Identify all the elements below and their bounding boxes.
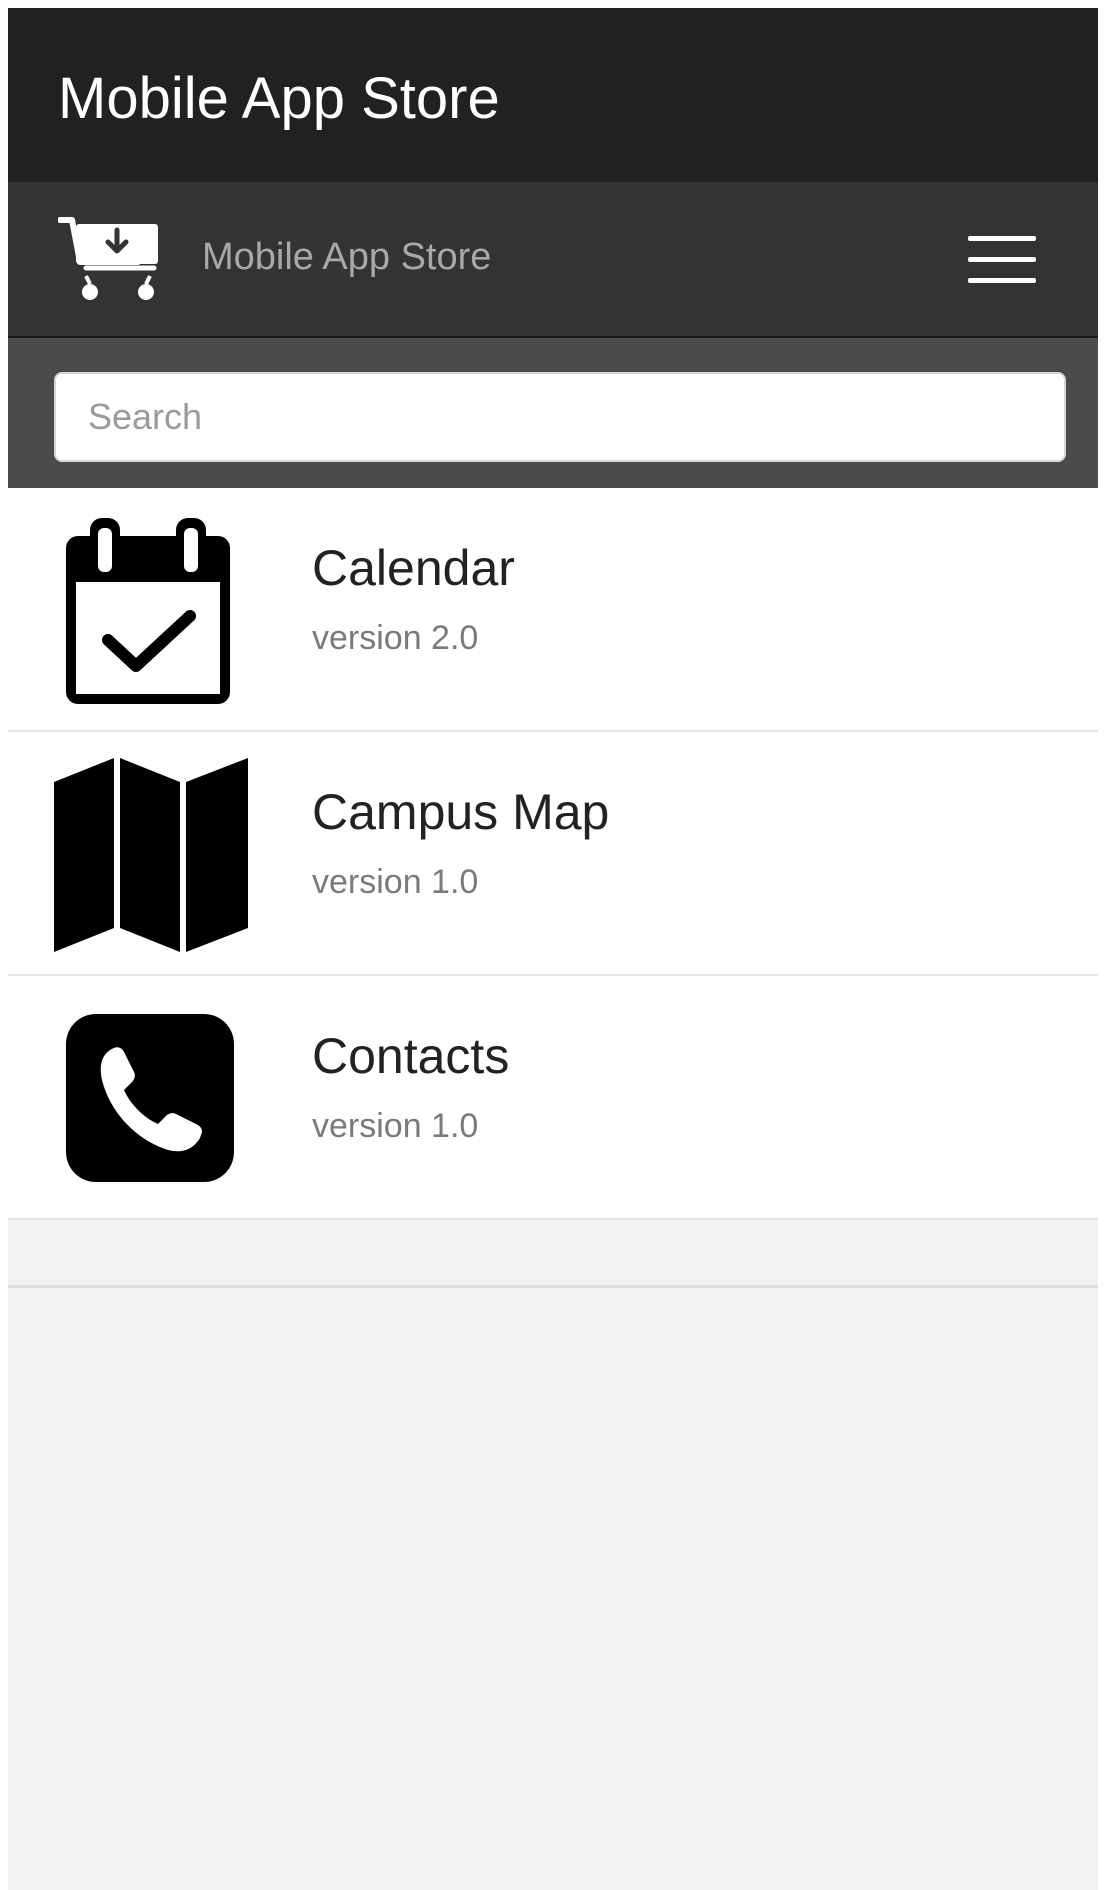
search-bar xyxy=(8,338,1098,488)
list-footer-divider xyxy=(8,1224,1098,1288)
phone-icon xyxy=(66,1014,234,1182)
window-title: Mobile App Store xyxy=(58,66,500,131)
app-list-item-contacts[interactable]: Contacts version 1.0 xyxy=(8,976,1098,1220)
calendar-check-icon xyxy=(66,518,230,704)
app-screen: Mobile App Store Mobile App Store Search… xyxy=(0,0,1104,1890)
app-name: Calendar xyxy=(312,540,515,596)
app-list-item-campus-map[interactable]: Campus Map version 1.0 xyxy=(8,732,1098,976)
search-input[interactable] xyxy=(54,372,1066,462)
app-name: Contacts xyxy=(312,1028,510,1084)
title-bar: Mobile App Store xyxy=(8,8,1098,182)
folded-map-icon xyxy=(54,758,248,952)
left-edge xyxy=(0,0,8,1890)
app-version: version 2.0 xyxy=(312,619,479,657)
header-title[interactable]: Mobile App Store xyxy=(202,234,491,280)
app-list: Calendar version 2.0 Campus Map version … xyxy=(8,488,1098,1220)
app-version: version 1.0 xyxy=(312,863,479,901)
shopping-cart-download-icon[interactable] xyxy=(58,214,168,306)
app-name: Campus Map xyxy=(312,784,610,840)
app-content: Mobile App Store Mobile App Store Search… xyxy=(8,8,1098,1890)
app-version: version 1.0 xyxy=(312,1107,479,1145)
app-header: Mobile App Store xyxy=(8,182,1098,338)
hamburger-menu-icon[interactable] xyxy=(968,232,1040,288)
right-edge xyxy=(1098,0,1104,1890)
app-list-item-calendar[interactable]: Calendar version 2.0 xyxy=(8,488,1098,732)
